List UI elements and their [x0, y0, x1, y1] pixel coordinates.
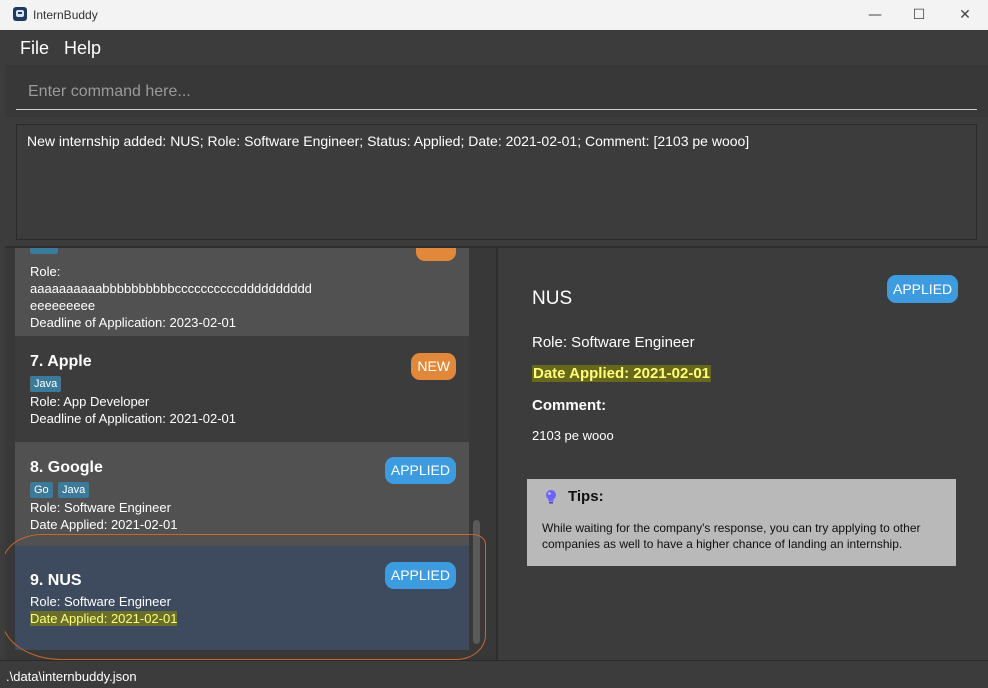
detail-status-badge: APPLIED — [887, 275, 959, 303]
card-role-label: Role: — [30, 264, 61, 279]
internship-card[interactable]: 7. Apple NEW Java Role: App Developer De… — [15, 336, 469, 442]
command-input[interactable] — [16, 75, 977, 110]
status-badge: APPLIED — [384, 457, 456, 484]
list-scrollbar[interactable] — [473, 520, 480, 644]
status-bar: .\data\internbuddy.json — [0, 660, 988, 688]
detail-comment-label: Comment: — [532, 397, 607, 414]
tag — [30, 248, 58, 254]
minimize-icon[interactable]: — — [852, 0, 898, 30]
lightbulb-icon — [546, 490, 556, 504]
card-date: Date Applied: 2021-02-01 — [30, 517, 178, 532]
internship-list[interactable]: Role: aaaaaaaaaabbbbbbbbbbccccccccccdddd… — [5, 248, 496, 660]
card-name: 8. Google — [30, 459, 103, 476]
close-icon[interactable]: ✕ — [942, 0, 988, 30]
internship-card-selected[interactable]: 9. NUS APPLIED Role: Software Engineer D… — [15, 546, 469, 650]
internship-card[interactable]: Role: aaaaaaaaaabbbbbbbbbbccccccccccdddd… — [15, 248, 469, 336]
menu-bar: File Help — [5, 30, 988, 65]
detail-comment: 2103 pe wooo — [532, 428, 614, 443]
menu-file[interactable]: File — [20, 38, 49, 59]
tips-box: Tips: While waiting for the company's re… — [527, 479, 956, 566]
detail-role: Role: Software Engineer — [532, 334, 695, 351]
status-badge: NEW — [411, 353, 456, 380]
card-role: Role: Software Engineer — [30, 594, 171, 609]
internship-detail-panel: NUS APPLIED Role: Software Engineer Date… — [498, 248, 988, 660]
title-bar: InternBuddy — ☐ ✕ — [0, 0, 988, 30]
card-date: Deadline of Application: 2023-02-01 — [30, 315, 236, 330]
command-box — [5, 65, 988, 117]
tips-title: Tips: — [568, 488, 604, 505]
tag: Java — [30, 376, 62, 392]
card-date: Date Applied: 2021-02-01 — [30, 611, 178, 626]
window-title: InternBuddy — [33, 8, 98, 22]
app-icon — [13, 7, 27, 21]
card-name: 7. Apple — [30, 353, 92, 370]
maximize-icon[interactable]: ☐ — [896, 0, 942, 30]
card-role: aaaaaaaaaabbbbbbbbbbccccccccccdddddddddd — [30, 281, 312, 296]
status-badge — [416, 248, 456, 261]
data-file-path: .\data\internbuddy.json — [6, 669, 137, 684]
card-role-continued: eeeeeeeee — [30, 298, 96, 313]
detail-company-name: NUS — [532, 288, 573, 309]
result-display[interactable]: New internship added: NUS; Role: Softwar… — [16, 124, 977, 240]
status-badge: APPLIED — [384, 562, 456, 589]
internship-card[interactable]: 8. Google APPLIED Go Java Role: Software… — [15, 442, 469, 546]
card-name: 9. NUS — [30, 572, 82, 589]
detail-date: Date Applied: 2021-02-01 — [532, 365, 712, 382]
tag: Go — [30, 482, 53, 498]
result-text: New internship added: NUS; Role: Softwar… — [27, 133, 750, 149]
card-role: Role: App Developer — [30, 394, 150, 409]
card-date: Deadline of Application: 2021-02-01 — [30, 411, 236, 426]
tips-text: While waiting for the company's response… — [542, 521, 921, 551]
tag: Java — [58, 482, 90, 498]
card-role: Role: Software Engineer — [30, 500, 171, 515]
menu-help[interactable]: Help — [64, 38, 101, 59]
